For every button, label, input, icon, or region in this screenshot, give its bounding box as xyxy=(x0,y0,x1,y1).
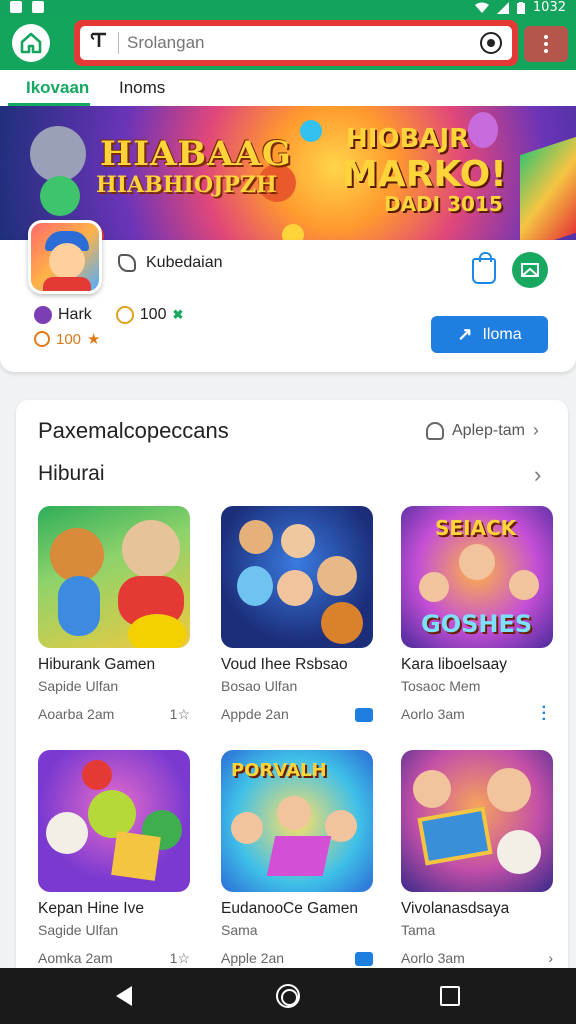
home-icon xyxy=(20,32,42,54)
wifi-icon xyxy=(474,2,489,13)
rating-icon xyxy=(34,331,50,347)
card-subtitle: Tosaoc Mem xyxy=(401,678,481,694)
mascot-graphic xyxy=(30,126,86,182)
card-rating: 1☆ xyxy=(169,706,190,722)
developer-icon xyxy=(34,306,52,324)
card-meta: Appde 2an xyxy=(221,706,289,722)
search-bar xyxy=(74,20,518,66)
back-icon[interactable] xyxy=(116,986,132,1006)
app-info-card: Kubedaian Hark 100 ✖ 100 ★ ↗ Iloma xyxy=(0,220,576,372)
notification-icon xyxy=(32,1,44,13)
notification-icon xyxy=(10,1,22,13)
app-card[interactable]: Vivolanasdsaya Tama Aorlo 3am › xyxy=(401,750,553,968)
overflow-menu-button[interactable] xyxy=(524,26,568,62)
app-thumbnail xyxy=(38,750,190,892)
banner-subtitle: HIABHIOJPZH xyxy=(96,172,277,198)
pin-icon[interactable] xyxy=(90,31,112,55)
app-thumbnail xyxy=(221,506,373,648)
section-title: Hiburai xyxy=(38,462,105,485)
card-subtitle: Bosao Ulfan xyxy=(221,678,298,694)
chevron-right-icon[interactable]: › xyxy=(548,950,553,966)
badge-icon xyxy=(355,952,373,966)
card-title: Kepan Hine Ive xyxy=(38,900,144,917)
search-divider xyxy=(118,32,119,54)
battery-icon xyxy=(516,1,525,14)
card-title: Voud Ihee Rsbsao xyxy=(221,656,348,673)
app-stats: Hark 100 ✖ xyxy=(34,306,183,324)
home-button[interactable] xyxy=(12,24,50,62)
app-card[interactable]: Hiburank Gamen Sapide Ulfan Aoarba 2am 1☆ xyxy=(38,506,190,724)
system-nav-bar xyxy=(0,968,576,1024)
app-card[interactable]: SEIACK GOSHES Kara liboelsaay Tosaoc Mem… xyxy=(401,506,553,728)
star-icon: ★ xyxy=(87,331,101,348)
card-meta: Apple 2an xyxy=(221,950,285,966)
chevron-right-icon: › xyxy=(532,420,539,440)
publisher-row[interactable]: Kubedaian xyxy=(118,254,223,272)
card-title: EudanooCe Gamen xyxy=(221,900,359,917)
app-thumbnail: PORVALH xyxy=(221,750,373,892)
card-rating: 1☆ xyxy=(169,950,190,966)
rating-value: 100 xyxy=(56,330,82,348)
stat-count: 100 xyxy=(139,306,167,323)
install-label: Iloma xyxy=(482,325,522,343)
card-subtitle: Sagide Ulfan xyxy=(38,922,119,938)
signal-icon xyxy=(496,1,509,14)
app-icon[interactable] xyxy=(28,220,102,294)
decor-bubble xyxy=(300,120,322,142)
card-title: Hiburank Gamen xyxy=(38,656,156,673)
badge-icon xyxy=(355,708,373,722)
card-subtitle: Sapide Ulfan xyxy=(38,678,119,694)
recents-icon[interactable] xyxy=(440,986,460,1006)
link-icon xyxy=(118,254,136,272)
app-rating: 100 ★ xyxy=(34,330,100,348)
card-meta: Aoarba 2am xyxy=(38,706,115,722)
publisher-name: Kubedaian xyxy=(146,254,223,271)
arrow-icon: ↗ xyxy=(457,324,473,344)
card-title: Kara liboelsaay xyxy=(401,656,507,673)
card-meta: Aomka 2am xyxy=(38,950,113,966)
message-icon[interactable] xyxy=(512,252,548,288)
recommendations-panel: Paxemalcopeccans Aplep-tam › Hiburai › H… xyxy=(16,400,568,980)
thumbnail-text: GOSHES xyxy=(421,610,533,638)
see-all-link[interactable]: Aplep-tam › xyxy=(426,420,539,441)
top-app-bar xyxy=(0,16,576,70)
banner-right-line3: DADI 3015 xyxy=(384,192,503,216)
search-input[interactable] xyxy=(127,33,480,53)
shopping-bag-icon[interactable] xyxy=(472,252,496,284)
panel-title: Paxemalcopeccans xyxy=(38,418,229,443)
decor-bubble xyxy=(40,176,80,216)
stat-name: Hark xyxy=(58,306,92,323)
card-title: Vivolanasdsaya xyxy=(401,900,510,917)
thumbnail-text: PORVALH xyxy=(231,760,327,781)
tab-inoms[interactable]: Inoms xyxy=(119,78,165,98)
banner-title: HIABAAG xyxy=(100,134,292,174)
card-meta: Aorlo 3am xyxy=(401,950,465,966)
camera-search-icon[interactable] xyxy=(480,32,502,54)
card-meta: Aorlo 3am xyxy=(401,706,465,722)
status-time: 1032 xyxy=(532,0,566,15)
home-nav-icon[interactable] xyxy=(276,984,300,1008)
see-all-label: Aplep-tam xyxy=(452,421,525,439)
person-icon xyxy=(426,421,444,440)
card-subtitle: Tama xyxy=(401,922,436,938)
banner-right-line2: MARKO! xyxy=(342,154,507,195)
app-card[interactable]: PORVALH EudanooCe Gamen Sama Apple 2an xyxy=(221,750,373,968)
tab-ikovaan[interactable]: Ikovaan xyxy=(26,78,89,98)
app-card[interactable]: Kepan Hine Ive Sagide Ulfan Aomka 2am 1☆ xyxy=(38,750,190,968)
tab-bar: Ikovaan Inoms xyxy=(0,70,576,106)
app-card[interactable]: Voud Ihee Rsbsao Bosao Ulfan Appde 2an xyxy=(221,506,373,724)
app-thumbnail xyxy=(38,506,190,648)
status-bar: 1032 xyxy=(0,0,576,16)
coin-icon xyxy=(115,306,134,324)
balloon-graphic xyxy=(468,112,498,148)
blocks-graphic xyxy=(520,136,576,242)
app-thumbnail: SEIACK GOSHES xyxy=(401,506,553,648)
chevron-right-icon[interactable]: › xyxy=(534,462,541,488)
banner-right-line1: HIOBAJR xyxy=(346,124,470,154)
app-thumbnail xyxy=(401,750,553,892)
stat-mark: ✖ xyxy=(172,307,184,322)
more-vert-icon[interactable]: · · · xyxy=(542,700,547,728)
card-subtitle: Sama xyxy=(221,922,258,938)
install-button[interactable]: ↗ Iloma xyxy=(431,316,548,353)
